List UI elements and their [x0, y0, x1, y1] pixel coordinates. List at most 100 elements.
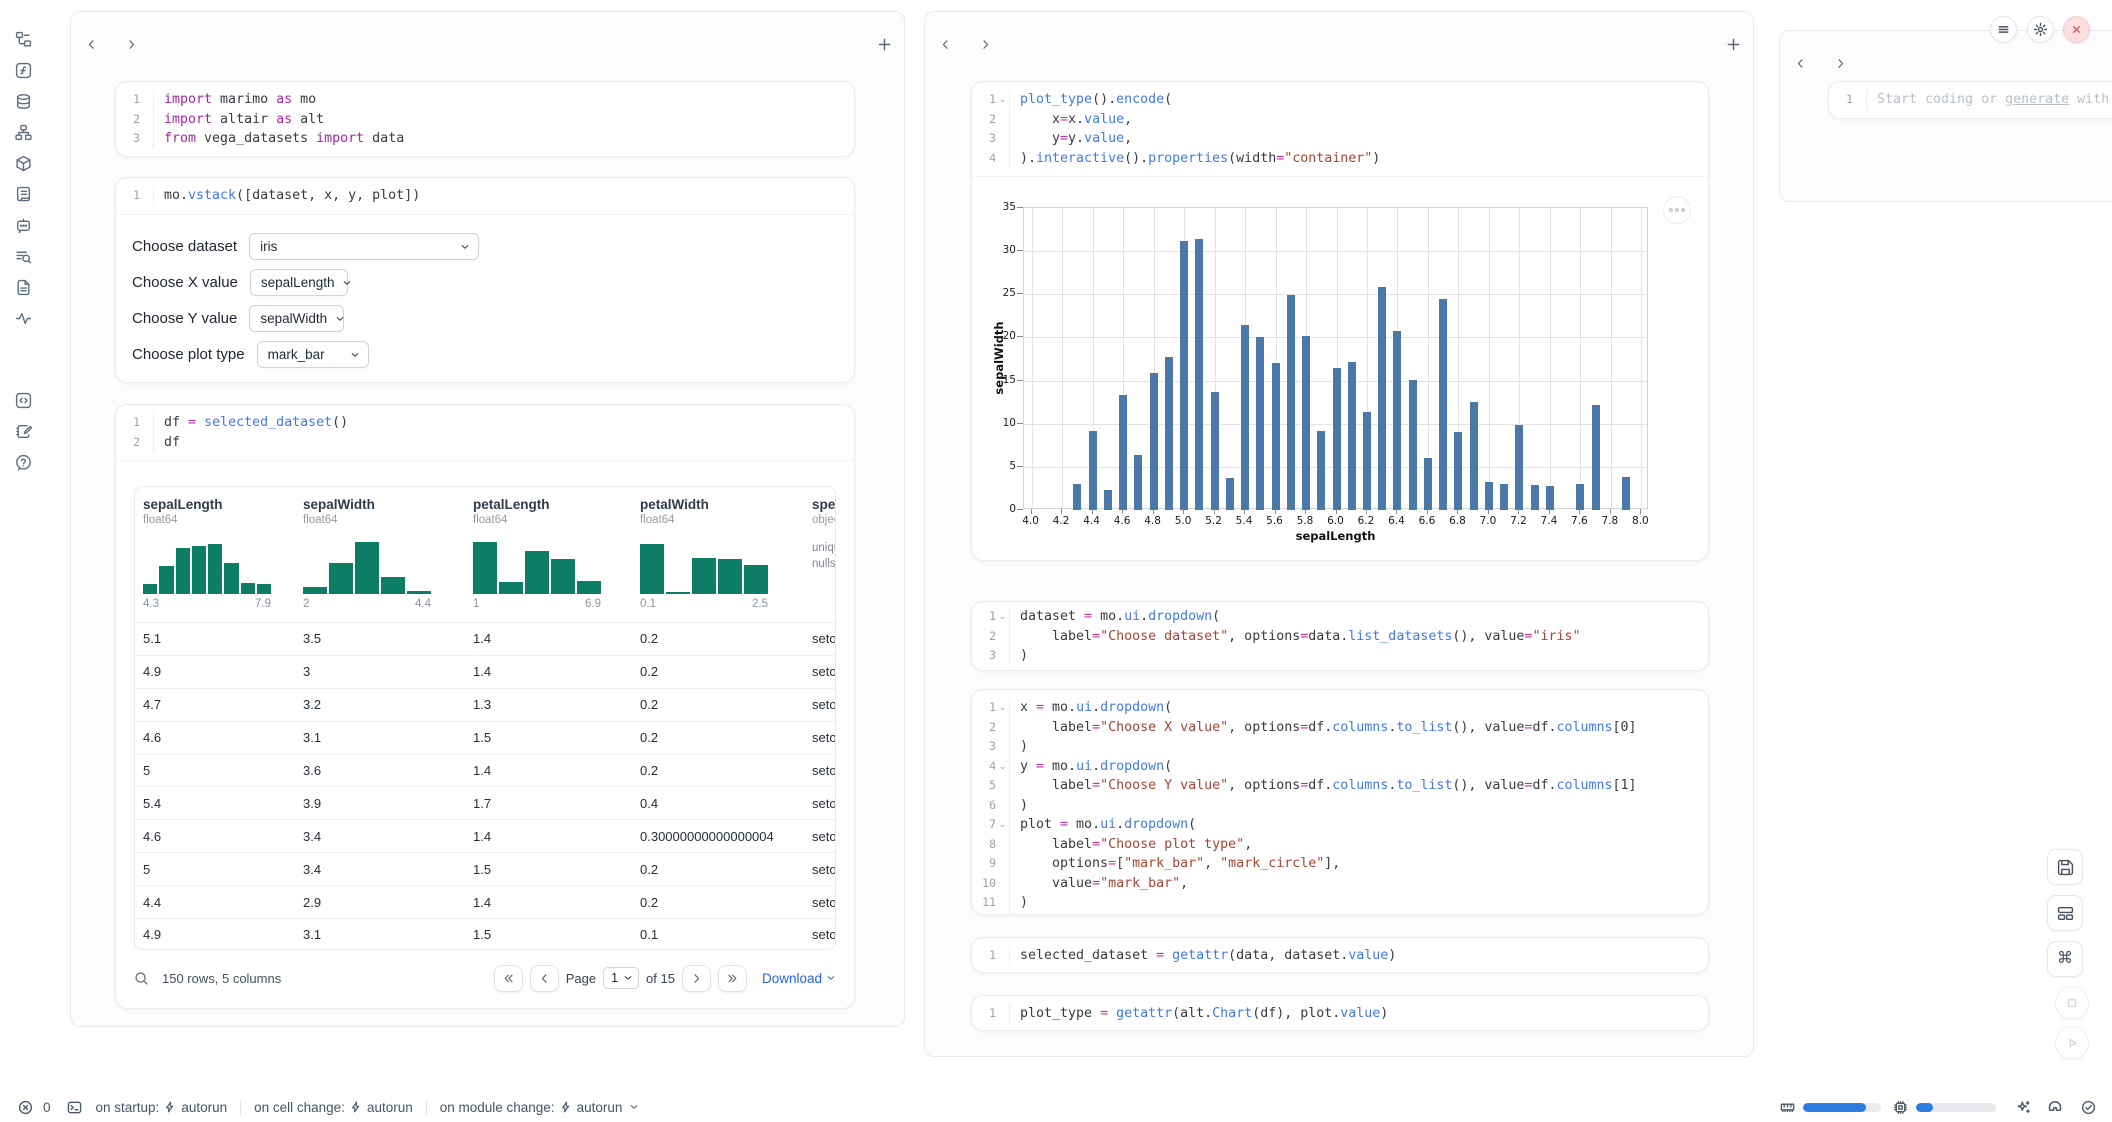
column-next-button[interactable] — [119, 32, 143, 56]
cell-empty[interactable]: 1 Start coding or generate with AI — [1828, 81, 2112, 119]
row-count-label: 150 rows, 5 columns — [162, 971, 281, 986]
code-editor[interactable]: 1df = selected_dataset()2df — [116, 405, 854, 460]
stop-button[interactable] — [2055, 986, 2089, 1020]
code-editor[interactable]: 1plot_type = getattr(alt.Chart(df), plot… — [972, 996, 1708, 1031]
activity-icon[interactable] — [9, 304, 37, 332]
copilot-icon[interactable] — [2047, 1099, 2063, 1115]
notebook-pen-icon[interactable] — [9, 417, 37, 445]
table-header-row: sepalLengthfloat644.37.9sepalWidthfloat6… — [135, 487, 835, 622]
last-page-button[interactable] — [718, 965, 747, 992]
code-editor[interactable]: 1⌄x = mo.ui.dropdown(2 label="Choose X v… — [972, 690, 1708, 915]
column-dtype: float64 — [303, 514, 465, 526]
help-circle-icon[interactable] — [9, 448, 37, 476]
code-editor[interactable]: 1import marimo as mo2import altair as al… — [116, 82, 854, 157]
chart-bar — [1485, 482, 1493, 510]
page-label: Page — [566, 971, 596, 986]
table-cell: setosa — [804, 796, 835, 811]
x-axis-tick-label: 8.0 — [1625, 515, 1655, 527]
page-select[interactable]: 1 — [603, 967, 639, 989]
column-header-petalWidth[interactable]: petalWidthfloat640.12.5 — [632, 487, 804, 622]
column-prev-button[interactable] — [1788, 51, 1812, 75]
search-list-icon[interactable] — [9, 242, 37, 270]
function-square-icon[interactable] — [9, 56, 37, 84]
prev-page-button[interactable] — [530, 965, 559, 992]
chart-bar — [1287, 295, 1295, 510]
chart-bar — [1470, 402, 1478, 510]
next-page-button[interactable] — [682, 965, 711, 992]
y-axis-tick-label: 30 — [986, 244, 1016, 256]
code-editor[interactable]: 1⌄plot_type().encode(2 x=x.value,3 y=y.v… — [972, 82, 1708, 176]
generate-link[interactable]: generate — [2005, 92, 2069, 107]
chart-actions-button[interactable] — [1663, 196, 1691, 224]
settings-gear-button[interactable] — [2027, 16, 2054, 43]
dropdown-select[interactable]: iris — [249, 233, 479, 260]
column-name: species — [812, 497, 835, 512]
shutdown-button[interactable] — [2063, 16, 2090, 43]
database-icon[interactable] — [9, 87, 37, 115]
add-cell-button[interactable] — [1721, 32, 1745, 56]
line-number: 8 — [972, 835, 996, 855]
add-cell-button[interactable] — [872, 32, 896, 56]
column-header-species[interactable]: speciesobjectunique:nulls: — [804, 487, 835, 622]
code-square-icon[interactable] — [9, 386, 37, 414]
table-row: 4.63.41.40.30000000000000004setosa — [135, 819, 835, 852]
code-editor[interactable]: 1mo.vstack([dataset, x, y, plot]) — [116, 178, 854, 214]
chart-bar — [1378, 287, 1386, 510]
connection-check-icon[interactable] — [2081, 1100, 2096, 1115]
search-icon[interactable] — [134, 971, 149, 986]
column-dtype: float64 — [640, 514, 804, 526]
autorun-config-button[interactable]: on cell change:autorun — [254, 1100, 413, 1115]
chevron-down-icon — [342, 278, 352, 288]
column-next-button[interactable] — [973, 32, 997, 56]
hist-max: 2.5 — [752, 598, 768, 610]
menu-button[interactable] — [1990, 16, 2017, 43]
file-text-icon[interactable] — [9, 273, 37, 301]
column-next-button[interactable] — [1828, 51, 1852, 75]
chart-bar — [1439, 299, 1447, 510]
chart-plot-area[interactable] — [1023, 207, 1648, 509]
package-icon[interactable] — [9, 149, 37, 177]
code-editor[interactable]: 1⌄dataset = mo.ui.dropdown(2 label="Choo… — [972, 602, 1708, 671]
layout-button[interactable] — [2047, 895, 2083, 931]
terminal-icon[interactable] — [67, 1100, 82, 1115]
dropdown-select[interactable]: sepalWidth — [249, 305, 344, 332]
dropdown-select[interactable]: sepalLength — [250, 269, 348, 296]
cell-imports: 1import marimo as mo2import altair as al… — [115, 81, 855, 157]
line-number: 4 — [972, 149, 996, 169]
page-total-label: of 15 — [646, 971, 675, 986]
download-button[interactable]: Download — [762, 971, 836, 986]
scroll-text-icon[interactable] — [9, 180, 37, 208]
column-prev-button[interactable] — [79, 32, 103, 56]
code-editor[interactable]: 1selected_dataset = getattr(data, datase… — [972, 938, 1708, 973]
save-button[interactable] — [2047, 849, 2083, 885]
chart-bar — [1256, 337, 1264, 510]
editor-placeholder[interactable]: Start coding or generate with AI — [1866, 90, 2112, 110]
run-button[interactable] — [2055, 1026, 2089, 1060]
file-tree-icon[interactable] — [9, 25, 37, 53]
column-header-petalLength[interactable]: petalLengthfloat6416.9 — [465, 487, 632, 622]
bot-message-icon[interactable] — [9, 211, 37, 239]
errors-icon[interactable] — [18, 1100, 33, 1115]
y-axis-tick-label: 10 — [986, 417, 1016, 429]
lightning-icon — [164, 1101, 176, 1113]
column-prev-button[interactable] — [933, 32, 957, 56]
first-page-button[interactable] — [494, 965, 523, 992]
workflow-icon[interactable] — [9, 118, 37, 146]
cell-vstack: 1mo.vstack([dataset, x, y, plot]) Choose… — [115, 177, 855, 383]
command-palette-button[interactable]: ⌘ — [2047, 941, 2083, 977]
x-axis-tick-label: 6.6 — [1412, 515, 1442, 527]
table-cell: setosa — [804, 631, 835, 646]
ai-sparkles-icon[interactable] — [2016, 1100, 2031, 1115]
autorun-config-button[interactable]: on module change:autorun — [440, 1100, 640, 1115]
dropdown-select[interactable]: mark_bar — [257, 341, 369, 368]
column-header-sepalWidth[interactable]: sepalWidthfloat6424.4 — [295, 487, 465, 622]
column-2: 1⌄plot_type().encode(2 x=x.value,3 y=y.v… — [924, 11, 1754, 1057]
table-cell: 1.4 — [465, 895, 632, 910]
autorun-config-button[interactable]: on startup:autorun — [96, 1100, 228, 1115]
column-header-sepalLength[interactable]: sepalLengthfloat644.37.9 — [135, 487, 295, 622]
widget-row: Choose X valuesepalLength — [132, 269, 838, 296]
chart-bar — [1576, 484, 1584, 510]
chevron-down-icon — [826, 973, 836, 983]
chart-bar — [1348, 362, 1356, 510]
chart-bar — [1546, 486, 1554, 510]
